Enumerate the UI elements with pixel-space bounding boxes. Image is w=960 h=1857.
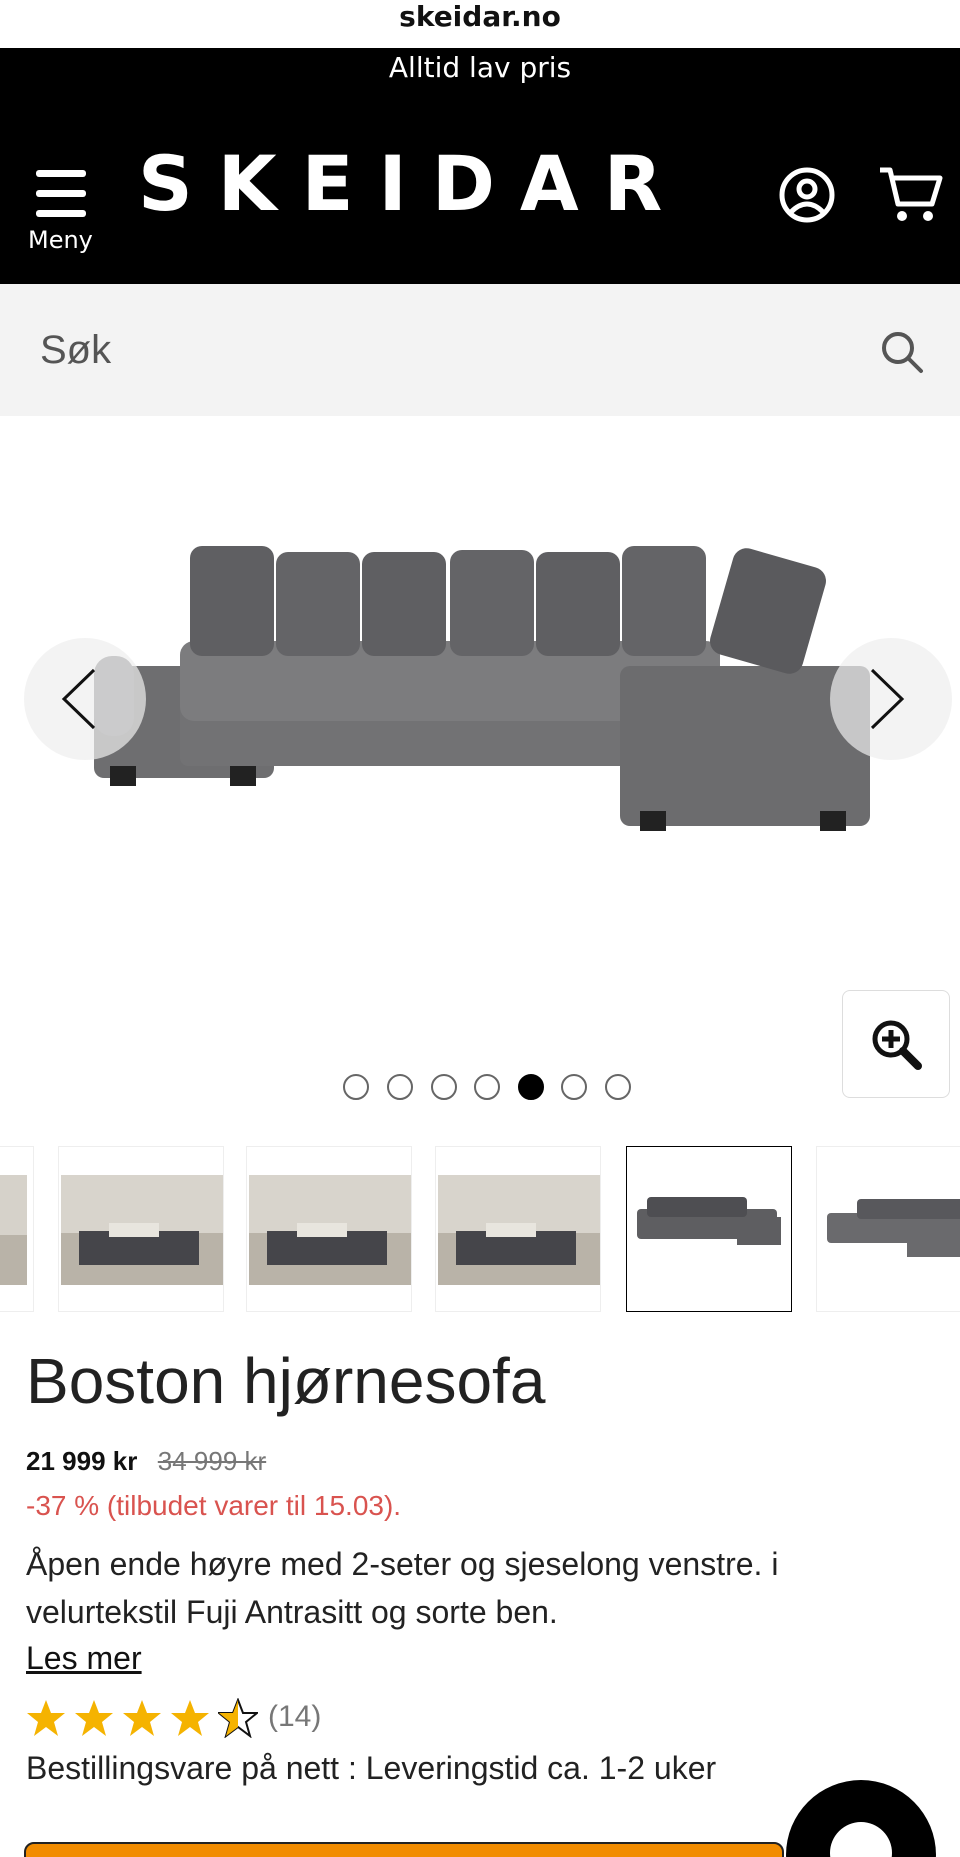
gallery-dot[interactable] [343, 1074, 369, 1100]
gallery-dot[interactable] [387, 1074, 413, 1100]
thumbnail[interactable] [816, 1146, 960, 1312]
chevron-left-icon [61, 668, 96, 730]
review-count: (14) [268, 1700, 322, 1733]
promo-banner: Alltid lav pris [0, 48, 960, 88]
thumbnail[interactable] [246, 1146, 412, 1312]
gallery-dot[interactable] [474, 1074, 500, 1100]
star-half-icon [218, 1698, 258, 1738]
add-to-cart-button[interactable] [24, 1842, 784, 1857]
star-icon [171, 1700, 209, 1736]
hamburger-icon [36, 170, 86, 218]
read-more-link[interactable]: Les mer [26, 1640, 142, 1677]
search-icon[interactable] [880, 330, 924, 374]
thumbnail[interactable] [58, 1146, 224, 1312]
site-header: Meny SKEIDAR [0, 88, 960, 284]
chat-icon [830, 1822, 892, 1857]
menu-button[interactable]: Meny [28, 170, 98, 254]
product-image[interactable] [80, 546, 900, 866]
chat-button[interactable] [786, 1780, 936, 1857]
site-logo[interactable]: SKEIDAR [138, 146, 687, 222]
thumbnail-active[interactable] [626, 1146, 792, 1312]
star-icon [75, 1700, 113, 1736]
product-title: Boston hjørnesofa [26, 1345, 546, 1417]
discount-text: -37 % (tilbudet varer til 15.03). [26, 1490, 402, 1521]
cart-icon[interactable] [878, 164, 944, 226]
product-gallery [0, 416, 960, 1116]
zoom-button[interactable] [842, 990, 950, 1098]
gallery-dot-active[interactable] [518, 1074, 544, 1100]
menu-label: Meny [28, 226, 93, 254]
old-price: 34 999 kr [157, 1446, 267, 1476]
search-input[interactable] [0, 284, 860, 416]
gallery-dot[interactable] [431, 1074, 457, 1100]
gallery-dot[interactable] [605, 1074, 631, 1100]
search-bar [0, 284, 960, 416]
gallery-dot[interactable] [561, 1074, 587, 1100]
star-icon [27, 1700, 65, 1736]
zoom-in-icon [872, 1020, 922, 1070]
current-price: 21 999 kr [26, 1446, 138, 1476]
account-icon[interactable] [778, 166, 836, 224]
thumbnail-strip [0, 1146, 960, 1312]
price-row: 21 999 kr 34 999 kr [26, 1446, 266, 1480]
browser-url-bar[interactable]: skeidar.no [0, 0, 960, 48]
url-text: skeidar.no [399, 0, 561, 33]
delivery-info: Bestillingsvare på nett : Leveringstid c… [26, 1750, 717, 1786]
thumbnail[interactable] [435, 1146, 601, 1312]
chevron-right-icon [870, 668, 905, 730]
thumbnail[interactable] [0, 1146, 34, 1312]
star-icon [123, 1700, 161, 1736]
product-description: Åpen ende høyre med 2-seter og sjeselong… [26, 1546, 779, 1630]
gallery-prev-button[interactable] [24, 638, 146, 760]
gallery-next-button[interactable] [830, 638, 952, 760]
